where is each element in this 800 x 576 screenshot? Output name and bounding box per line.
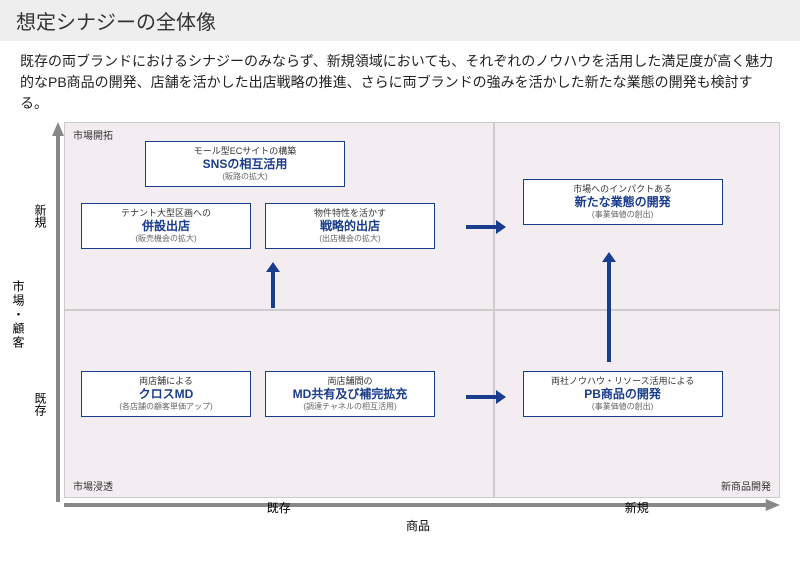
box-tenant-main: 併設出店 (88, 219, 244, 235)
quadrant-existing-market-new-product: 両社ノウハウ・リソース活用による PB商品の開発 (事業価値の創出) 新商品開発 (494, 310, 780, 498)
box-pb-main: PB商品の開発 (530, 387, 716, 403)
box-crossmd-note: (各店舗の顧客単価アップ) (88, 402, 244, 412)
box-strategic: 物件特性を活かす 戦略的出店 (出店機会の拡大) (265, 203, 435, 249)
box-crossmd-sub: 両店舗による (88, 376, 244, 387)
box-mdshare-note: (調達チャネルの相互活用) (272, 402, 428, 412)
box-pb-sub: 両社ノウハウ・リソース活用による (530, 376, 716, 387)
intro-text: 既存の両ブランドにおけるシナジーのみならず、新規領域においても、それぞれのノウハ… (0, 41, 800, 122)
y-axis-label: 市場・顧客 (10, 280, 27, 350)
box-newbiz: 市場へのインパクトある 新たな業態の開発 (事業価値の創出) (523, 179, 723, 225)
x-axis-label: 商品 (56, 517, 780, 534)
box-strategic-sub: 物件特性を活かす (272, 208, 428, 219)
box-crossmd: 両店舗による クロスMD (各店舗の顧客単価アップ) (81, 371, 251, 417)
quadrant-existing-market-existing-product: 両店舗による クロスMD (各店舗の顧客単価アップ) 両店舗間の MD共有及び補… (64, 310, 494, 498)
box-mdshare: 両店舗間の MD共有及び補完拡充 (調達チャネルの相互活用) (265, 371, 435, 417)
box-ec-main: SNSの相互活用 (152, 157, 338, 173)
box-mdshare-sub: 両店舗間の (272, 376, 428, 387)
box-mdshare-main: MD共有及び補完拡充 (272, 387, 428, 403)
matrix-grid: 市場開拓 モール型ECサイトの構築 SNSの相互活用 (販路の拡大) テナント大… (64, 122, 780, 498)
arrow-right-bottom-icon (466, 390, 506, 404)
box-crossmd-main: クロスMD (88, 387, 244, 403)
box-newbiz-main: 新たな業態の開発 (530, 195, 716, 211)
corner-label-newprod: 新商品開発 (721, 478, 771, 493)
box-strategic-main: 戦略的出店 (272, 219, 428, 235)
y-seg-existing: 既存 (32, 310, 49, 498)
box-newbiz-sub: 市場へのインパクトある (530, 184, 716, 195)
y-axis-arrow-icon (52, 122, 64, 502)
page-title: 想定シナジーの全体像 (0, 0, 800, 41)
corner-label-penetration: 市場浸透 (73, 478, 113, 493)
arrow-up-icon (266, 262, 280, 308)
box-newbiz-note: (事業価値の創出) (530, 210, 716, 220)
box-ec-sns: モール型ECサイトの構築 SNSの相互活用 (販路の拡大) (145, 141, 345, 187)
x-segment-labels: 既存 新規 (64, 499, 780, 516)
box-tenant: テナント大型区画への 併設出店 (販売機会の拡大) (81, 203, 251, 249)
arrow-up-right-icon (602, 252, 616, 362)
box-pb: 両社ノウハウ・リソース活用による PB商品の開発 (事業価値の創出) (523, 371, 723, 417)
box-ec-sub: モール型ECサイトの構築 (152, 146, 338, 157)
box-strategic-note: (出店機会の拡大) (272, 234, 428, 244)
quadrant-new-market-new-product: 市場へのインパクトある 新たな業態の開発 (事業価値の創出) (494, 122, 780, 310)
y-segment-labels: 新規 既存 (32, 122, 49, 498)
box-pb-note: (事業価値の創出) (530, 402, 716, 412)
box-ec-note: (販路の拡大) (152, 172, 338, 182)
synergy-matrix-diagram: 市場・顧客 新規 既存 市場開拓 モール型ECサイトの構築 SNSの相互活用 (… (56, 122, 780, 532)
box-tenant-sub: テナント大型区画への (88, 208, 244, 219)
x-seg-existing: 既存 (64, 499, 494, 516)
x-seg-new: 新規 (494, 499, 780, 516)
arrow-right-top-icon (466, 220, 506, 234)
box-tenant-note: (販売機会の拡大) (88, 234, 244, 244)
y-seg-new: 新規 (32, 122, 49, 310)
corner-label-market-dev: 市場開拓 (73, 127, 113, 142)
